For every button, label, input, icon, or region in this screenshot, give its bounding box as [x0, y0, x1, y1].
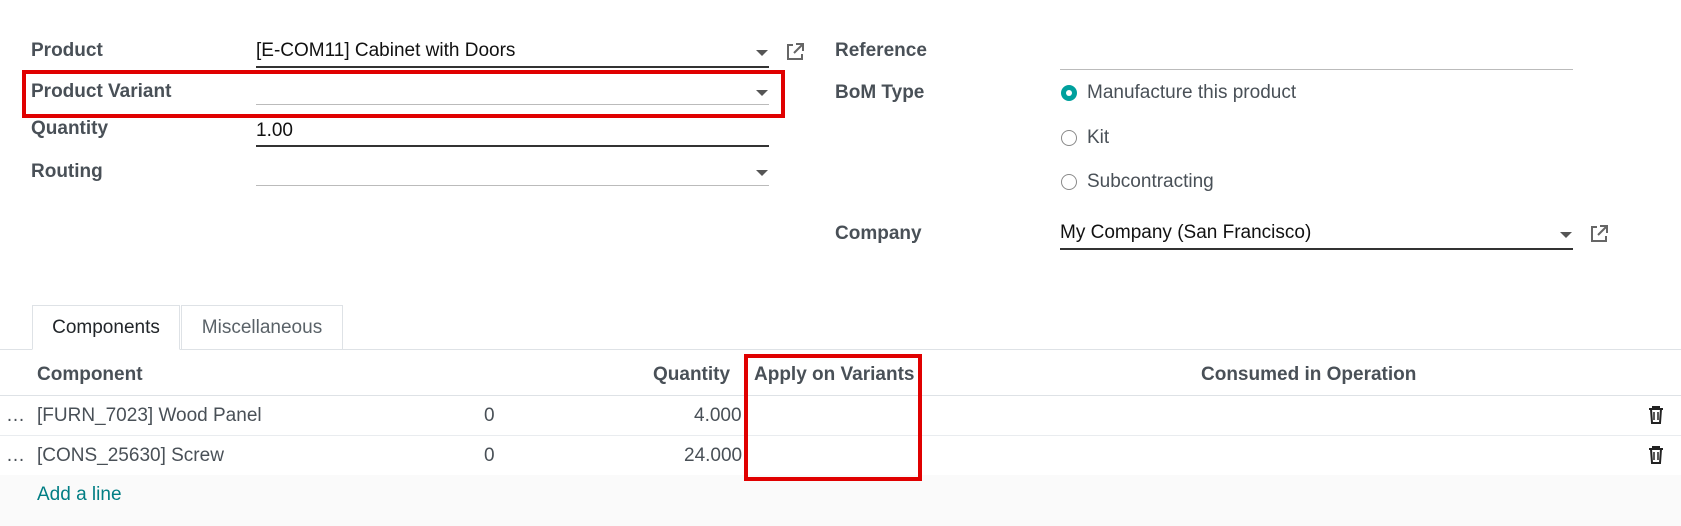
bom-type-option-label: Manufacture this product [1087, 82, 1297, 103]
row-on-hand: 0 [484, 405, 495, 426]
row-component[interactable]: [CONS_25630] Screw [37, 445, 224, 467]
trash-icon[interactable] [1647, 445, 1665, 470]
drag-handle-icon[interactable]: … [6, 405, 25, 427]
routing-dropdown-caret-icon[interactable] [756, 170, 768, 176]
column-header-apply-on-variants[interactable]: Apply on Variants [754, 364, 914, 386]
tab-components[interactable]: Components [32, 305, 180, 350]
table-row[interactable]: … [CONS_25630] Screw 0 24.000 [0, 436, 1681, 475]
company-label: Company [835, 223, 922, 244]
company-value[interactable]: My Company (San Francisco) [1060, 222, 1311, 244]
bom-type-option-label: Kit [1087, 127, 1110, 148]
row-quantity[interactable]: 24.000 [684, 445, 742, 467]
add-a-line-link[interactable]: Add a line [37, 484, 122, 506]
bom-type-label: BoM Type [835, 82, 925, 103]
row-quantity[interactable]: 4.000 [694, 405, 742, 427]
add-line-row [0, 475, 1681, 526]
quantity-label: Quantity [31, 118, 109, 139]
bom-type-option-subcontracting[interactable]: Subcontracting [1061, 171, 1214, 193]
product-variant-underline [256, 104, 769, 105]
column-header-component[interactable]: Component [37, 364, 143, 386]
bom-type-option-manufacture[interactable]: Manufacture this product [1061, 82, 1296, 104]
company-external-link-icon[interactable] [1588, 223, 1610, 250]
reference-label: Reference [835, 40, 927, 61]
product-variant-dropdown-caret-icon[interactable] [756, 90, 768, 96]
routing-label: Routing [31, 161, 103, 182]
row-component[interactable]: [FURN_7023] Wood Panel [37, 405, 262, 427]
trash-icon[interactable] [1647, 405, 1665, 430]
drag-handle-icon[interactable]: … [6, 445, 25, 467]
product-external-link-icon[interactable] [784, 41, 806, 68]
bom-type-option-kit[interactable]: Kit [1061, 127, 1109, 149]
quantity-value[interactable]: 1.00 [256, 120, 293, 142]
product-underline [256, 66, 769, 68]
table-row[interactable]: … [FURN_7023] Wood Panel 0 4.000 [0, 396, 1681, 435]
bom-type-option-label: Subcontracting [1087, 171, 1214, 192]
product-variant-label: Product Variant [31, 81, 172, 102]
tab-components-label: Components [52, 316, 160, 338]
radio-unselected-icon[interactable] [1061, 130, 1077, 146]
column-header-quantity[interactable]: Quantity [653, 364, 730, 386]
company-dropdown-caret-icon[interactable] [1560, 232, 1572, 238]
tab-miscellaneous-label: Miscellaneous [201, 316, 323, 338]
quantity-underline [256, 145, 769, 147]
product-label: Product [31, 40, 103, 61]
company-underline [1060, 248, 1573, 250]
product-dropdown-caret-icon[interactable] [756, 50, 768, 56]
row-on-hand: 0 [484, 445, 495, 466]
tab-miscellaneous[interactable]: Miscellaneous [181, 305, 343, 350]
reference-underline [1060, 69, 1573, 70]
radio-selected-icon[interactable] [1061, 85, 1077, 101]
routing-underline [256, 185, 769, 186]
column-header-consumed-in-operation[interactable]: Consumed in Operation [1201, 364, 1416, 386]
product-value[interactable]: [E-COM11] Cabinet with Doors [256, 40, 515, 62]
radio-unselected-icon[interactable] [1061, 174, 1077, 190]
